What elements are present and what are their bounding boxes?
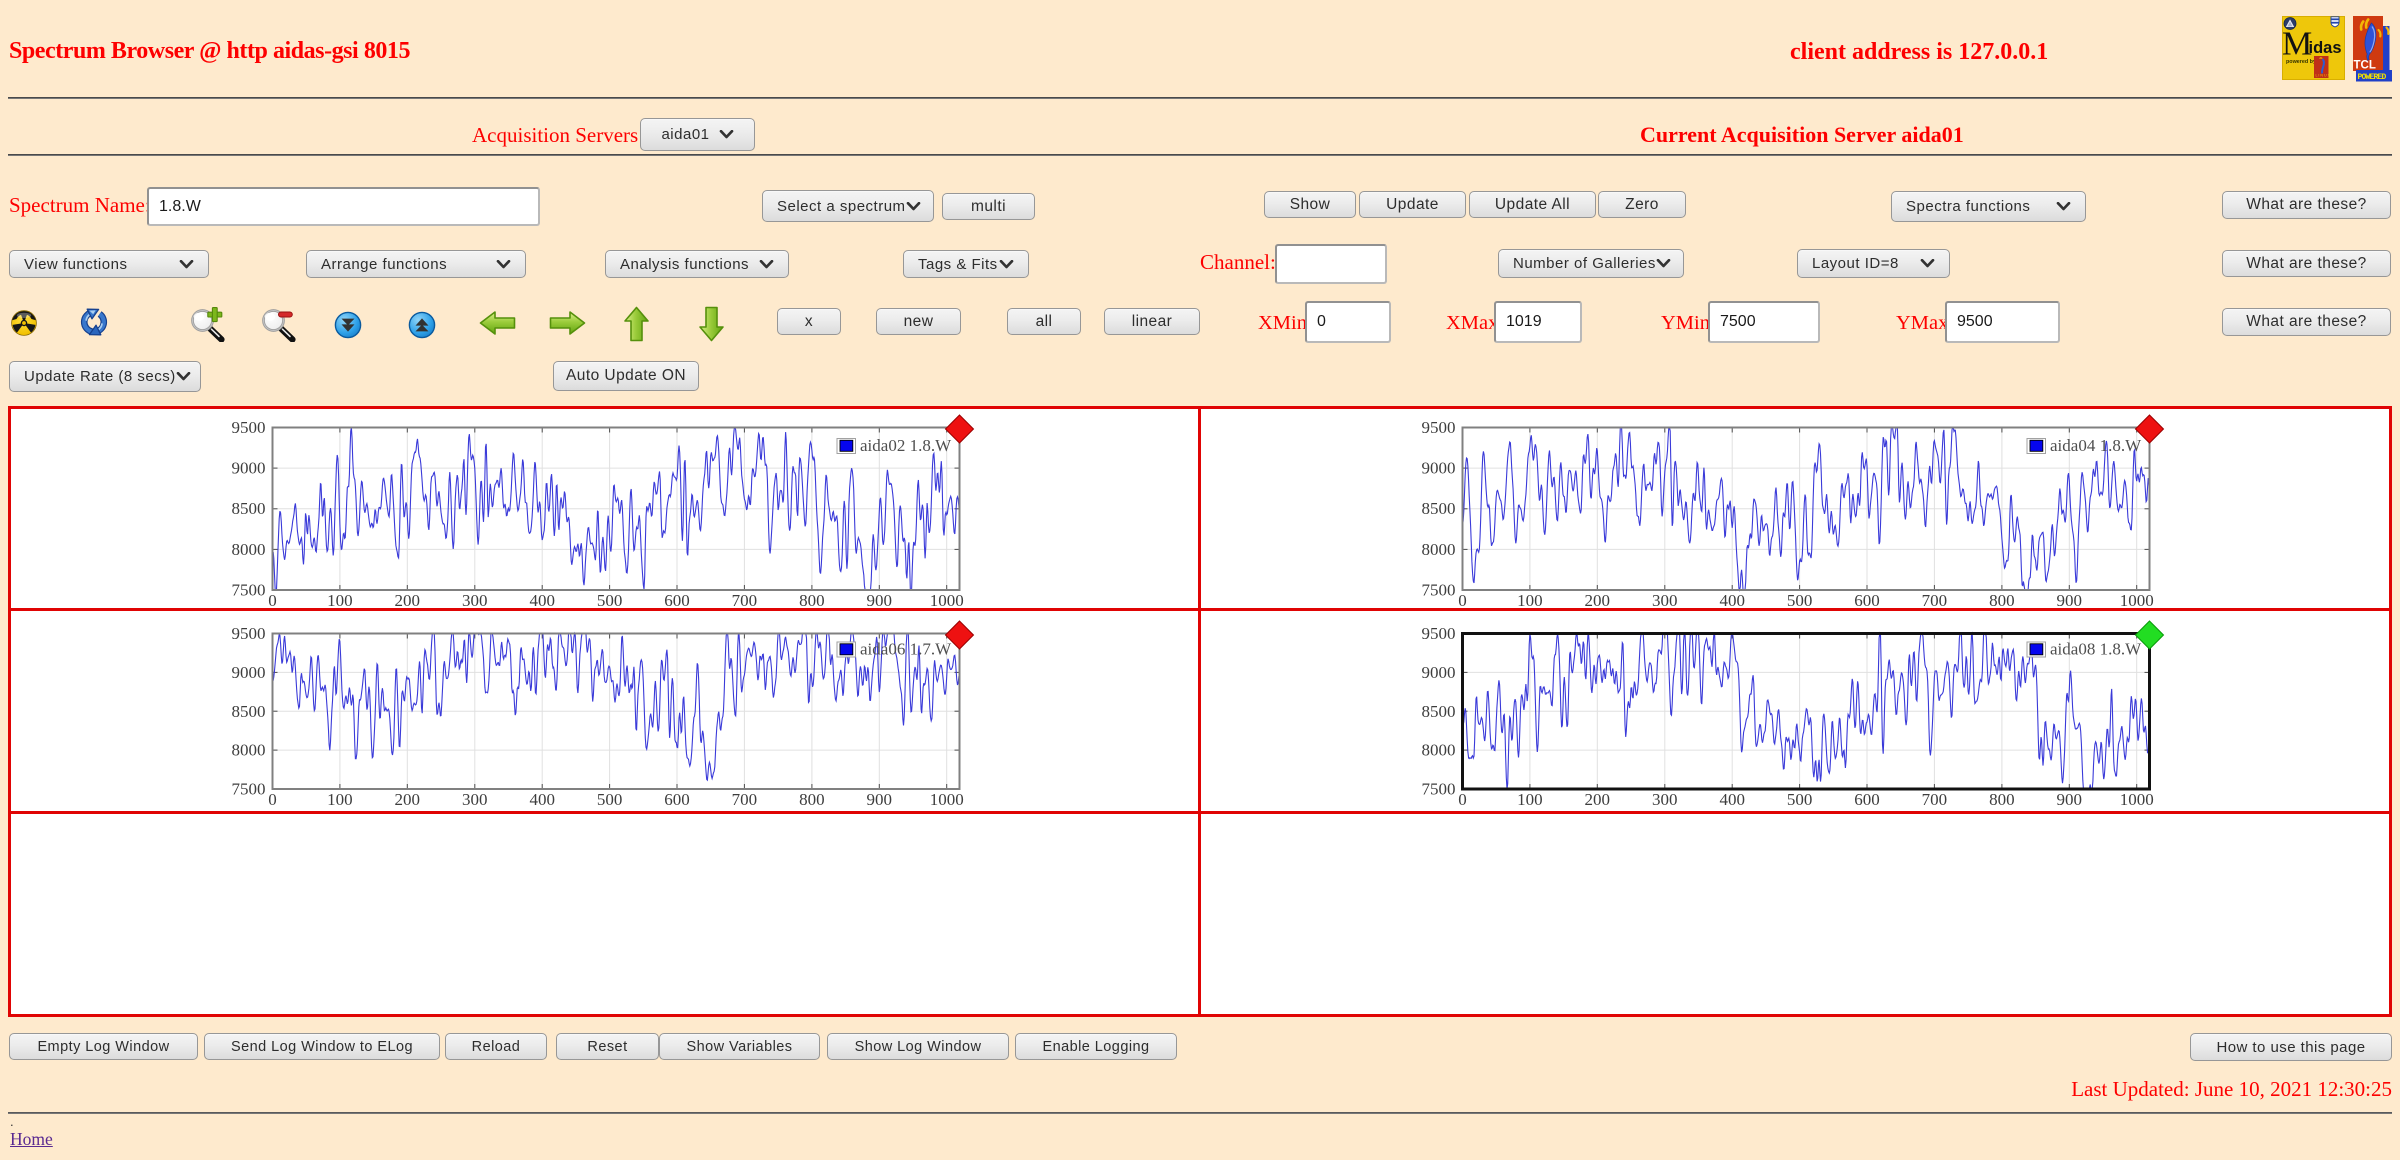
svg-text:powered by: powered by — [2286, 59, 2316, 65]
svg-text:1000: 1000 — [930, 591, 964, 610]
svg-text:600: 600 — [1854, 591, 1880, 610]
svg-text:500: 500 — [597, 790, 623, 809]
svg-text:400: 400 — [1719, 790, 1745, 809]
svg-text:0: 0 — [1458, 790, 1467, 809]
svg-text:POWERED: POWERED — [2358, 73, 2387, 82]
svg-text:aida02 1.8.W: aida02 1.8.W — [860, 436, 952, 455]
svg-text:7500: 7500 — [232, 780, 266, 799]
svg-text:600: 600 — [664, 591, 690, 610]
svg-text:700: 700 — [732, 790, 758, 809]
svg-text:100: 100 — [327, 591, 353, 610]
svg-text:400: 400 — [1719, 591, 1745, 610]
svg-text:700: 700 — [1922, 790, 1948, 809]
svg-text:9000: 9000 — [1422, 663, 1456, 682]
svg-text:300: 300 — [462, 591, 488, 610]
svg-text:900: 900 — [2057, 790, 2083, 809]
svg-text:500: 500 — [1787, 591, 1813, 610]
svg-text:800: 800 — [1989, 790, 2015, 809]
svg-text:300: 300 — [1652, 591, 1678, 610]
svg-text:400: 400 — [529, 591, 555, 610]
svg-text:900: 900 — [867, 591, 893, 610]
svg-text:8500: 8500 — [1422, 499, 1456, 518]
svg-text:9500: 9500 — [1422, 418, 1456, 437]
svg-text:100: 100 — [327, 790, 353, 809]
svg-text:7500: 7500 — [1422, 780, 1456, 799]
svg-text:TCL: TCL — [2354, 60, 2376, 72]
svg-text:L I N U X: L I N U X — [2316, 74, 2331, 78]
svg-text:9500: 9500 — [1422, 624, 1456, 643]
svg-text:8500: 8500 — [232, 499, 266, 518]
svg-text:8000: 8000 — [232, 741, 266, 760]
svg-text:9500: 9500 — [232, 418, 266, 437]
svg-text:1000: 1000 — [930, 790, 964, 809]
svg-text:800: 800 — [799, 790, 825, 809]
svg-text:900: 900 — [2057, 591, 2083, 610]
svg-text:400: 400 — [529, 790, 555, 809]
svg-text:aida06 1.7.W: aida06 1.7.W — [860, 639, 952, 658]
svg-text:1000: 1000 — [2120, 591, 2154, 610]
svg-text:200: 200 — [1585, 790, 1611, 809]
svg-text:600: 600 — [1854, 790, 1880, 809]
svg-text:9500: 9500 — [232, 624, 266, 643]
svg-text:9000: 9000 — [232, 459, 266, 478]
svg-text:800: 800 — [799, 591, 825, 610]
svg-text:800: 800 — [1989, 591, 2015, 610]
svg-text:0: 0 — [1458, 591, 1467, 610]
svg-text:300: 300 — [1652, 790, 1678, 809]
svg-text:8500: 8500 — [232, 702, 266, 721]
svg-text:8000: 8000 — [1422, 741, 1456, 760]
svg-text:100: 100 — [1517, 591, 1543, 610]
svg-text:200: 200 — [395, 790, 421, 809]
svg-text:8000: 8000 — [232, 540, 266, 559]
svg-text:idas: idas — [2309, 39, 2342, 57]
svg-text:9000: 9000 — [232, 663, 266, 682]
svg-text:900: 900 — [867, 790, 893, 809]
svg-text:8000: 8000 — [1422, 540, 1456, 559]
svg-text:1000: 1000 — [2120, 790, 2154, 809]
svg-text:9000: 9000 — [1422, 459, 1456, 478]
svg-text:300: 300 — [462, 790, 488, 809]
svg-text:0: 0 — [268, 790, 277, 809]
svg-text:aida08 1.8.W: aida08 1.8.W — [2050, 639, 2142, 658]
svg-text:200: 200 — [1585, 591, 1611, 610]
svg-text:600: 600 — [664, 790, 690, 809]
svg-text:700: 700 — [732, 591, 758, 610]
svg-text:100: 100 — [1517, 790, 1543, 809]
svg-text:8500: 8500 — [1422, 702, 1456, 721]
svg-text:aida04 1.8.W: aida04 1.8.W — [2050, 436, 2142, 455]
svg-text:7500: 7500 — [232, 581, 266, 600]
svg-text:200: 200 — [395, 591, 421, 610]
svg-text:700: 700 — [1922, 591, 1948, 610]
svg-text:0: 0 — [268, 591, 277, 610]
svg-text:7500: 7500 — [1422, 581, 1456, 600]
svg-text:500: 500 — [597, 591, 623, 610]
svg-text:500: 500 — [1787, 790, 1813, 809]
